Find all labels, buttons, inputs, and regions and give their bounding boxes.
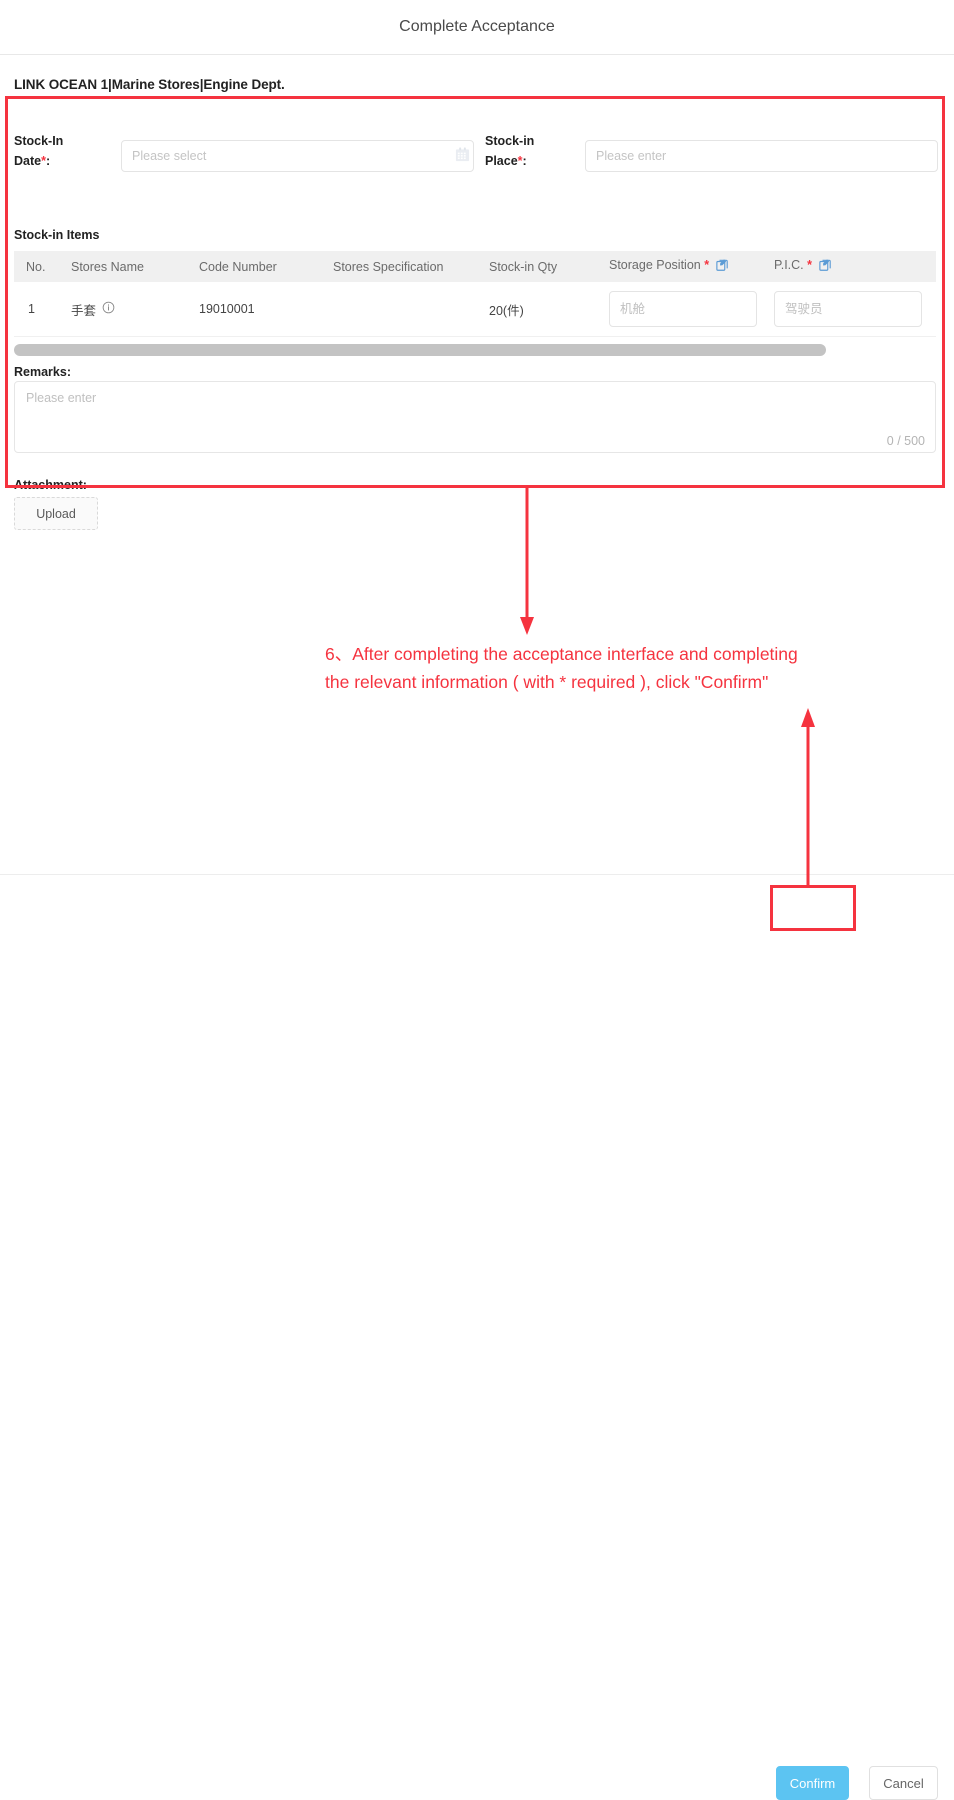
column-header-pic-label: P.I.C. [774, 258, 804, 272]
annotation-text: 6、After completing the acceptance interf… [325, 640, 925, 696]
info-circle-icon[interactable] [102, 301, 115, 317]
annotation-text-line1: 6、After completing the acceptance interf… [325, 644, 798, 664]
cell-stores-name: 手套 [71, 300, 199, 319]
remarks-textarea[interactable] [15, 382, 935, 438]
stock-in-items-table: No. Stores Name Code Number Stores Speci… [14, 251, 936, 337]
cell-code-number: 19010001 [199, 302, 255, 316]
stock-in-place-label-line1: Stock-in [485, 134, 535, 148]
stock-in-date-label-line1: Stock-In [14, 134, 64, 148]
stock-in-date-label-line2: Date [14, 154, 42, 168]
column-header-stores-name: Stores Name [71, 259, 144, 274]
remarks-field: 0 / 500 [14, 381, 936, 453]
remarks-label: Remarks: [14, 365, 71, 379]
scrollbar-thumb[interactable] [14, 344, 826, 356]
stock-in-place-label-line2: Place [485, 154, 518, 168]
required-star: * [807, 258, 813, 272]
modal-body: LINK OCEAN 1|Marine Stores|Engine Dept. … [0, 55, 954, 874]
edit-batch-icon[interactable] [818, 258, 833, 275]
cancel-button[interactable]: Cancel [869, 1766, 938, 1800]
cell-pic [774, 291, 922, 327]
column-header-stock-in-qty: Stock-in Qty [489, 259, 558, 274]
confirm-button[interactable]: Confirm [776, 1766, 849, 1800]
required-star: * [704, 258, 710, 272]
stock-in-date-colon: : [45, 154, 51, 168]
cell-stock-in-qty: 20(件) [489, 303, 524, 318]
column-header-stores-specification: Stores Specification [333, 259, 444, 274]
stock-in-date-label: Stock-In Date*: [14, 131, 114, 171]
attachment-label: Attachment: [14, 478, 87, 492]
column-header-code-number: Code Number [199, 259, 277, 274]
vessel-breadcrumb: LINK OCEAN 1|Marine Stores|Engine Dept. [14, 77, 285, 92]
column-header-pic: P.I.C. * [774, 258, 914, 275]
cell-storage-position [609, 291, 774, 327]
storage-position-input[interactable] [609, 291, 757, 327]
stock-in-place-label: Stock-in Place*: [485, 131, 585, 171]
form-top-row: Stock-In Date*: Stock-in P [8, 111, 942, 172]
modal-footer: Confirm Cancel [0, 874, 954, 1800]
modal-header: Complete Acceptance [0, 0, 954, 55]
table-header-row: No. Stores Name Code Number Stores Speci… [14, 251, 936, 282]
cell-no: 1 [28, 302, 35, 316]
edit-batch-icon[interactable] [715, 258, 730, 275]
annotation-text-line2: the relevant information ( with * requir… [325, 672, 769, 692]
table-horizontal-scrollbar[interactable] [14, 344, 936, 356]
modal-title: Complete Acceptance [399, 18, 555, 35]
upload-button[interactable]: Upload [14, 497, 98, 530]
column-header-no: No. [26, 259, 46, 274]
pic-input[interactable] [774, 291, 922, 327]
stock-in-date-input[interactable] [121, 140, 474, 172]
column-header-storage-position: Storage Position * [609, 258, 774, 275]
calendar-icon[interactable] [455, 147, 470, 162]
stock-in-place-input[interactable] [585, 140, 938, 172]
cell-stores-name-text: 手套 [71, 303, 97, 318]
table-row: 1 手套 19010001 20(件) [14, 282, 936, 337]
column-header-storage-position-label: Storage Position [609, 258, 701, 272]
stock-in-items-title: Stock-in Items [14, 228, 100, 242]
remarks-char-counter: 0 / 500 [886, 434, 925, 448]
stock-in-place-colon: : [522, 154, 527, 168]
acceptance-form: Stock-In Date*: Stock-in P [8, 99, 942, 530]
